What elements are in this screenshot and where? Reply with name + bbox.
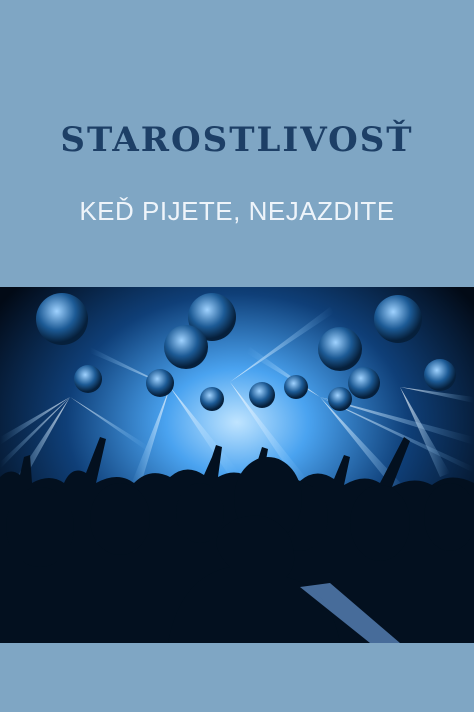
poster-subtitle: KEĎ PIJETE, NEJAZDITE (79, 196, 395, 226)
concert-photo (0, 287, 474, 643)
poster: STAROSTLIVOSŤ KEĎ PIJETE, NEJAZDITE (0, 0, 474, 712)
poster-title: STAROSTLIVOSŤ (60, 120, 414, 160)
concert-photo-illustration (0, 287, 474, 643)
